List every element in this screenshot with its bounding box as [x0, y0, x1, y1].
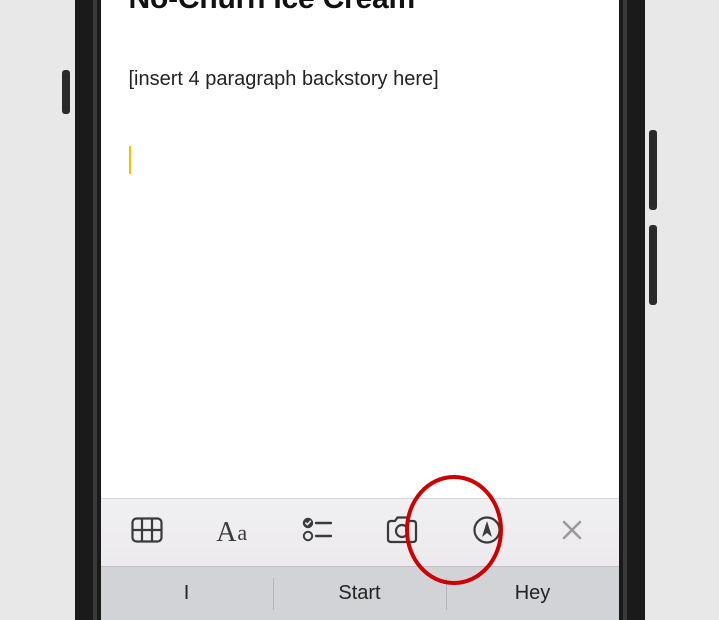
table-icon: [131, 517, 163, 548]
quicktype-suggestion-2[interactable]: Start: [274, 582, 446, 605]
markup-icon: [472, 515, 502, 550]
note-title[interactable]: No-Churn Ice Cream: [129, 0, 591, 16]
checklist-button[interactable]: [295, 511, 339, 555]
text-format-icon: A: [216, 517, 236, 549]
markup-button[interactable]: [465, 511, 509, 555]
quicktype-bar: I Start Hey: [101, 566, 619, 620]
camera-icon: [384, 515, 420, 550]
close-icon: [560, 518, 584, 547]
quicktype-suggestion-1[interactable]: I: [101, 582, 273, 605]
text-format-button[interactable]: Aa: [210, 511, 254, 555]
checklist-icon: [302, 516, 332, 549]
volume-down-button: [649, 225, 657, 305]
formatting-toolbar: Aa: [101, 498, 619, 566]
camera-button[interactable]: [380, 511, 424, 555]
volume-switch: [62, 70, 70, 114]
table-button[interactable]: [125, 511, 169, 555]
phone-frame: No-Churn Ice Cream [insert 4 paragraph b…: [75, 0, 645, 620]
text-cursor: [129, 146, 132, 174]
close-keyboard-button[interactable]: [550, 511, 594, 555]
quicktype-suggestion-3[interactable]: Hey: [447, 582, 619, 605]
note-content-area[interactable]: No-Churn Ice Cream [insert 4 paragraph b…: [101, 0, 619, 498]
note-body-text[interactable]: [insert 4 paragraph backstory here]: [129, 64, 591, 94]
notes-app-screen: No-Churn Ice Cream [insert 4 paragraph b…: [101, 0, 619, 620]
volume-up-button: [649, 130, 657, 210]
